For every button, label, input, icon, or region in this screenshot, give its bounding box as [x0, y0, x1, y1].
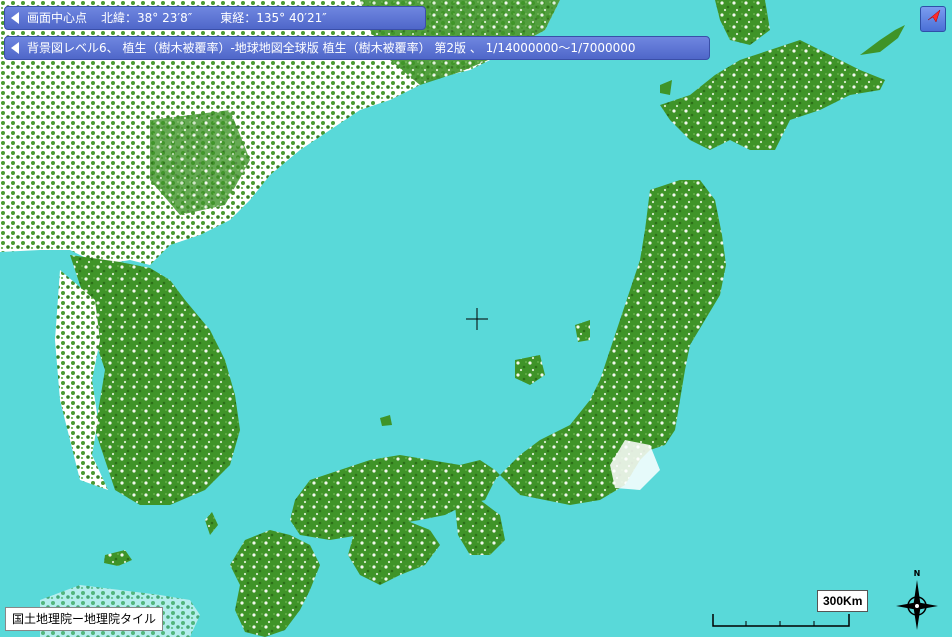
center-crosshair [466, 308, 488, 330]
latitude-label: 北緯： [101, 11, 138, 25]
collapse-arrow-icon[interactable] [11, 42, 19, 54]
compass-north-label: N [914, 569, 921, 578]
scale-bar [712, 614, 850, 627]
north-up-button[interactable] [920, 6, 946, 32]
layer-description: 背景図レベル6、 植生（樹木被覆率）-地球地図全球版 植生（樹木被覆率） 第2版… [27, 41, 636, 55]
longitude-label: 東経： [220, 11, 257, 25]
collapse-arrow-icon[interactable] [11, 12, 19, 24]
attribution-label[interactable]: 国土地理院ー地理院タイル [5, 607, 164, 631]
longitude-value: 135° 40′21″ [256, 11, 327, 25]
center-point-bar[interactable]: 画面中心点 北緯： 38° 23′8″ 東経： 135° 40′21″ [4, 6, 426, 30]
background-layer-bar[interactable]: 背景図レベル6、 植生（樹木被覆率）-地球地図全球版 植生（樹木被覆率） 第2版… [4, 36, 710, 60]
compass-rose-icon: N [896, 569, 938, 630]
north-arrow-icon [927, 9, 941, 23]
latitude-value: 38° 23′8″ [137, 11, 193, 25]
scale-label: 300Km [817, 590, 869, 612]
center-point-label: 画面中心点 [27, 11, 88, 25]
